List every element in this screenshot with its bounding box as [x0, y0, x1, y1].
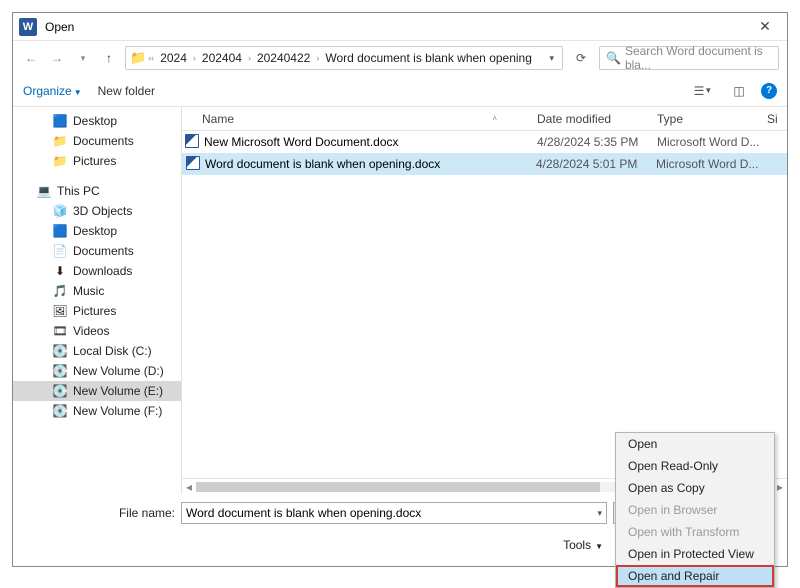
sidebar-item-desktop-pc[interactable]: 🟦Desktop [13, 221, 181, 241]
refresh-button[interactable]: ⟳ [569, 46, 593, 70]
chevron-icon: ‹‹ [148, 53, 154, 63]
new-folder-button[interactable]: New folder [98, 84, 155, 98]
sidebar-item-documents[interactable]: 📁Documents [13, 131, 181, 151]
sidebar-item-videos[interactable]: 🎞Videos [13, 321, 181, 341]
sidebar-item-documents-pc[interactable]: 📄Documents [13, 241, 181, 261]
sidebar-item-3d-objects[interactable]: 🧊3D Objects [13, 201, 181, 221]
sidebar-item-pictures-pc[interactable]: 🖼Pictures [13, 301, 181, 321]
file-row[interactable]: Word document is blank when opening.docx… [182, 153, 787, 175]
chevron-right-icon: › [248, 53, 251, 63]
preview-pane-button[interactable]: ◫ [725, 81, 753, 101]
menu-item-open-with-transform: Open with Transform [616, 521, 774, 543]
folder-icon: 📁 [53, 134, 67, 148]
menu-item-open-as-copy[interactable]: Open as Copy [616, 477, 774, 499]
scrollbar-thumb[interactable] [196, 482, 600, 492]
sidebar-item-music[interactable]: 🎵Music [13, 281, 181, 301]
menu-item-open-and-repair[interactable]: Open and Repair [616, 565, 774, 587]
menu-item-open-protected-view[interactable]: Open in Protected View [616, 543, 774, 565]
downloads-icon: ⬇ [53, 264, 67, 278]
file-name-dropdown[interactable]: ▾ [591, 508, 602, 519]
sidebar-item-downloads[interactable]: ⬇Downloads [13, 261, 181, 281]
tools-menu[interactable]: Tools▼ [563, 538, 603, 552]
menu-item-open-in-browser: Open in Browser [616, 499, 774, 521]
organize-menu[interactable]: Organize▼ [23, 84, 82, 98]
music-icon: 🎵 [53, 284, 67, 298]
breadcrumb-item[interactable]: 2024 [156, 51, 191, 65]
forward-button[interactable]: → [47, 48, 67, 68]
search-icon: 🔍 [606, 51, 621, 65]
title-bar: W Open ✕ [13, 13, 787, 41]
cube-icon: 🧊 [53, 204, 67, 218]
column-date[interactable]: Date modified [537, 112, 657, 126]
toolbar: Organize▼ New folder ☰ ▼ ◫ ? [13, 75, 787, 107]
sidebar-item-this-pc[interactable]: 💻This PC [13, 181, 181, 201]
open-dropdown-menu: Open Open Read-Only Open as Copy Open in… [615, 432, 775, 588]
column-headers: Name˄ Date modified Type Si [182, 107, 787, 131]
sidebar-item-desktop[interactable]: 🟦Desktop [13, 111, 181, 131]
help-button[interactable]: ? [761, 83, 777, 99]
column-type[interactable]: Type [657, 112, 767, 126]
nav-bar: ← → ▾ ↑ 📁 ‹‹ 2024 › 202404 › 20240422 › … [13, 41, 787, 75]
documents-icon: 📄 [53, 244, 67, 258]
sidebar-item-volume-f[interactable]: 💽New Volume (F:) [13, 401, 181, 421]
file-name-value: Word document is blank when opening.docx [186, 506, 591, 520]
sort-indicator-icon: ˄ [492, 114, 497, 123]
view-options-button[interactable]: ☰ ▼ [689, 81, 717, 101]
window-title: Open [45, 20, 749, 34]
close-button[interactable]: ✕ [749, 18, 781, 35]
menu-item-open[interactable]: Open [616, 433, 774, 455]
scroll-right-icon[interactable]: ▸ [777, 480, 783, 494]
file-row[interactable]: New Microsoft Word Document.docx 4/28/20… [182, 131, 787, 153]
scroll-left-icon[interactable]: ◂ [186, 480, 192, 494]
file-date-cell: 4/28/2024 5:35 PM [537, 135, 657, 149]
pc-icon: 💻 [37, 184, 51, 198]
pictures-icon: 🖼 [53, 304, 67, 318]
breadcrumb-item[interactable]: 202404 [198, 51, 246, 65]
sidebar-item-pictures[interactable]: 📁Pictures [13, 151, 181, 171]
drive-icon: 💽 [53, 384, 67, 398]
drive-icon: 💽 [53, 364, 67, 378]
desktop-icon: 🟦 [53, 224, 67, 238]
sidebar-item-volume-d[interactable]: 💽New Volume (D:) [13, 361, 181, 381]
file-name-cell: New Microsoft Word Document.docx [202, 135, 537, 149]
file-name-cell: Word document is blank when opening.docx [203, 157, 536, 171]
file-type-cell: Microsoft Word D... [657, 135, 767, 149]
chevron-right-icon: › [316, 53, 319, 63]
word-app-icon: W [19, 18, 37, 36]
column-size[interactable]: Si [767, 112, 787, 126]
search-placeholder: Search Word document is bla... [625, 44, 772, 72]
search-input[interactable]: 🔍 Search Word document is bla... [599, 46, 779, 70]
file-date-cell: 4/28/2024 5:01 PM [536, 157, 656, 171]
back-button[interactable]: ← [21, 48, 41, 68]
up-button[interactable]: ↑ [99, 48, 119, 68]
folder-icon: 📁 [130, 50, 146, 66]
file-name-label: File name: [25, 506, 175, 520]
videos-icon: 🎞 [53, 324, 67, 338]
word-doc-icon [186, 156, 200, 170]
file-rows: New Microsoft Word Document.docx 4/28/20… [182, 131, 787, 478]
breadcrumb-item[interactable]: 20240422 [253, 51, 314, 65]
desktop-icon: 🟦 [53, 114, 67, 128]
folder-icon: 📁 [53, 154, 67, 168]
drive-icon: 💽 [53, 344, 67, 358]
recent-dropdown[interactable]: ▾ [73, 48, 93, 68]
address-bar[interactable]: 📁 ‹‹ 2024 › 202404 › 20240422 › Word doc… [125, 46, 563, 70]
sidebar-item-local-disk-c[interactable]: 💽Local Disk (C:) [13, 341, 181, 361]
breadcrumb-item[interactable]: Word document is blank when opening [321, 51, 536, 65]
sidebar-item-volume-e[interactable]: 💽New Volume (E:) [13, 381, 181, 401]
column-name[interactable]: Name˄ [182, 112, 537, 126]
file-name-input[interactable]: Word document is blank when opening.docx… [181, 502, 607, 524]
file-type-cell: Microsoft Word D... [656, 157, 766, 171]
drive-icon: 💽 [53, 404, 67, 418]
word-doc-icon [185, 134, 199, 148]
navigation-pane[interactable]: 🟦Desktop 📁Documents 📁Pictures 💻This PC 🧊… [13, 107, 181, 494]
chevron-right-icon: › [193, 53, 196, 63]
menu-item-open-readonly[interactable]: Open Read-Only [616, 455, 774, 477]
address-dropdown[interactable]: ▾ [545, 53, 558, 64]
